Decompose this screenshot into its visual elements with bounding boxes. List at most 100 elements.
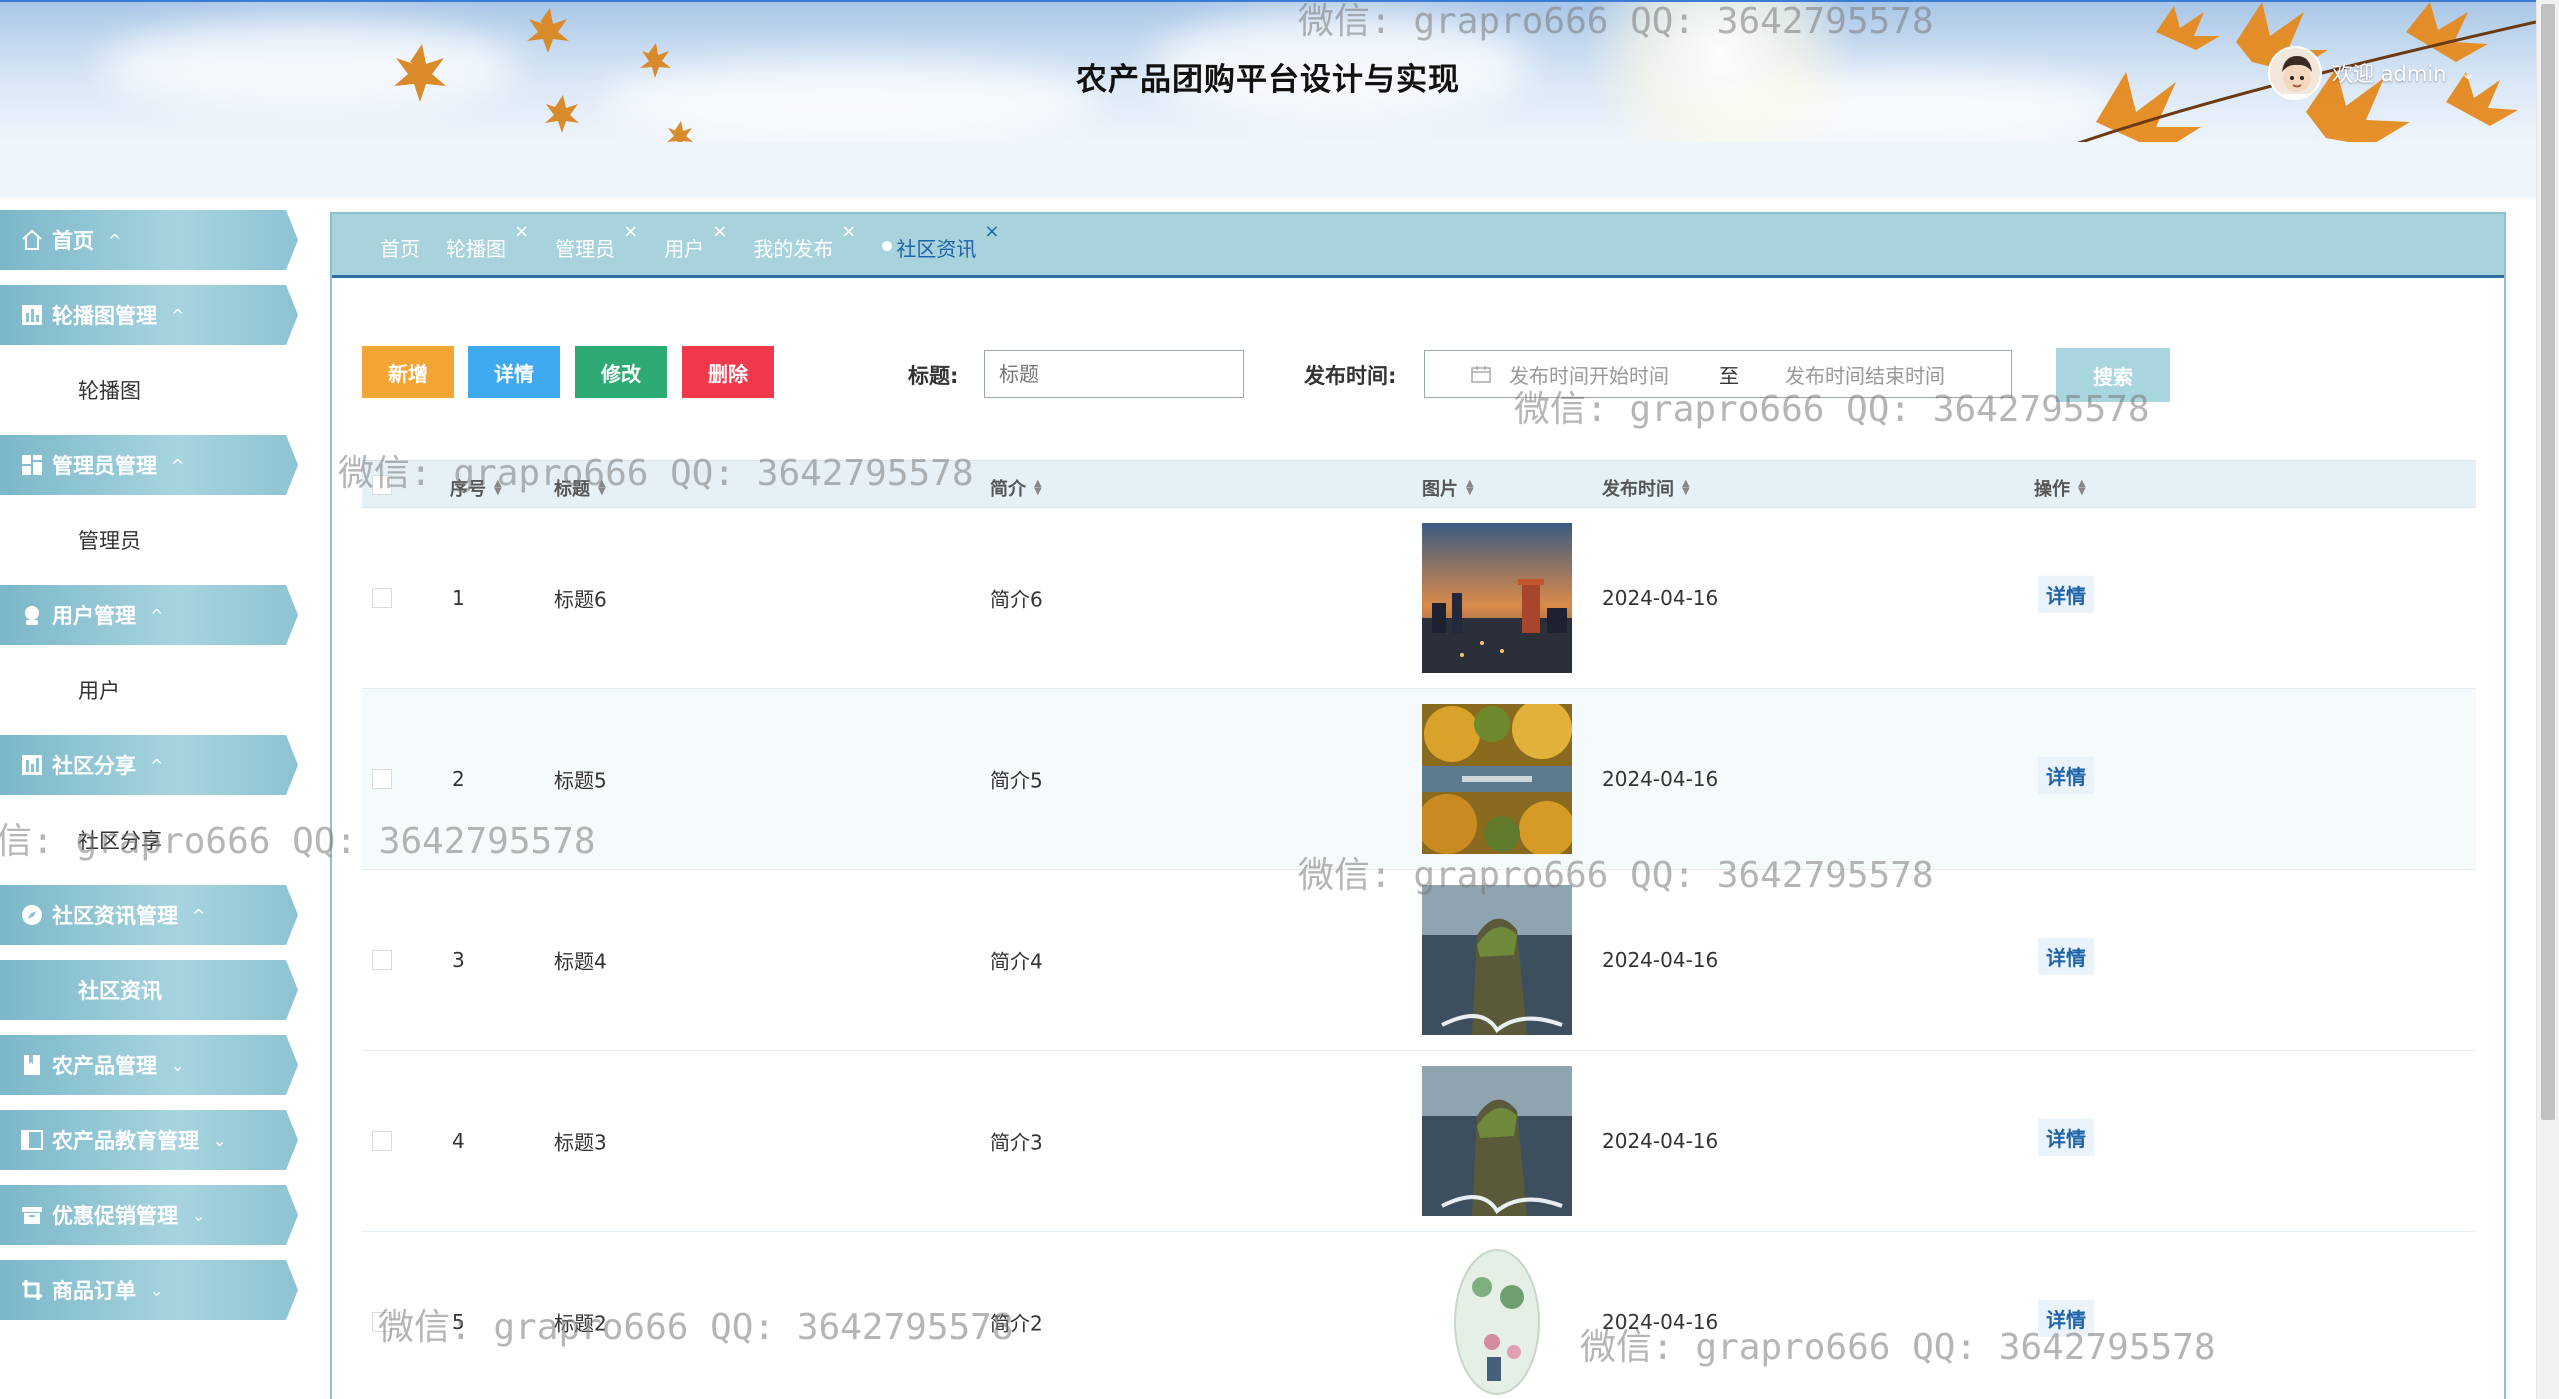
sidebar-group-products[interactable]: 农产品管理 ⌄ [0, 1035, 298, 1095]
user-icon [20, 603, 44, 627]
table-row[interactable]: 5 标题2 简介2 2024-04-16 详情 [362, 1232, 2476, 1399]
column-header-action[interactable]: 操作 ▲ ▼ [2034, 475, 2086, 501]
date-start-input[interactable]: 发布时间开始时间 [1509, 360, 1669, 389]
news-thumbnail[interactable] [1422, 523, 1572, 673]
chevron-down-icon[interactable]: ⌄ [2460, 63, 2475, 84]
sidebar-group-label: 社区资讯管理 [52, 904, 178, 928]
cell-intro: 简介4 [990, 949, 1043, 974]
row-checkbox[interactable] [372, 1131, 392, 1151]
edit-button[interactable]: 修改 [575, 346, 667, 398]
tab-community-news[interactable]: 社区资讯 × [882, 221, 999, 262]
cell-title: 标题4 [554, 949, 607, 974]
page-scrollbar[interactable] [2536, 0, 2559, 1399]
column-header-intro[interactable]: 简介 ▲ ▼ [990, 475, 1042, 501]
tab-home[interactable]: 首页 [380, 227, 420, 262]
column-header-title[interactable]: 标题 ▲ ▼ [554, 475, 606, 501]
sidebar-group-label: 社区分享 [52, 754, 136, 778]
column-header-no[interactable]: 序号 ▲ ▼ [450, 475, 502, 501]
row-detail-button[interactable]: 详情 [2038, 1118, 2094, 1156]
chevron-up-icon: ^ [192, 905, 206, 925]
sidebar-group-carousel[interactable]: 轮播图管理 ^ [0, 285, 298, 345]
close-icon[interactable]: × [841, 221, 856, 242]
avatar[interactable] [2268, 46, 2322, 100]
detail-button[interactable]: 详情 [468, 346, 560, 398]
close-icon[interactable]: × [712, 221, 727, 242]
row-checkbox[interactable] [372, 950, 392, 970]
tab-users[interactable]: 用户 × [664, 221, 727, 262]
sidebar-item-label: 管理员 [78, 529, 141, 553]
sidebar-group-users[interactable]: 用户管理 ^ [0, 585, 298, 645]
tab-label: 管理员 [555, 237, 616, 261]
table-row[interactable]: 3 标题4 简介4 2024-04-16 详情 [362, 870, 2476, 1051]
news-thumbnail[interactable] [1422, 1066, 1572, 1216]
select-all-checkbox[interactable] [372, 475, 392, 495]
chevron-up-icon: ^ [150, 605, 164, 625]
close-icon[interactable]: × [984, 221, 999, 242]
table-row[interactable]: 4 标题3 简介3 2024-04-16 详情 [362, 1051, 2476, 1232]
sort-icon: ▲ ▼ [1682, 478, 1690, 497]
sidebar-item-community-news[interactable]: 社区资讯 [0, 960, 298, 1020]
tab-label: 我的发布 [753, 237, 834, 261]
table-row[interactable]: 2 标题5 简介5 2024-04-16 详情 [362, 689, 2476, 870]
search-button[interactable]: 搜索 [2056, 348, 2170, 402]
sidebar-item-label: 社区分享 [78, 829, 162, 853]
sidebar-item-carousel[interactable]: 轮播图 [0, 360, 298, 420]
welcome-text: 欢迎 admin [2332, 62, 2447, 86]
main-panel: 首页 轮播图 × 管理员 × 用户 × 我的发布 × 社区资讯 × 新增 详情 … [330, 212, 2506, 1399]
sidebar-group-home[interactable]: 首页 ^ [0, 210, 298, 270]
tab-label: 首页 [380, 237, 420, 261]
add-button[interactable]: 新增 [362, 346, 454, 398]
date-end-input[interactable]: 发布时间结束时间 [1785, 360, 1945, 389]
sidebar-group-product-education[interactable]: 农产品教育管理 ⌄ [0, 1110, 298, 1170]
sidebar-group-promotions[interactable]: 优惠促销管理 ⌄ [0, 1185, 298, 1245]
delete-button[interactable]: 删除 [682, 346, 774, 398]
row-detail-button[interactable]: 详情 [2038, 937, 2094, 975]
row-checkbox[interactable] [372, 1312, 392, 1332]
tab-label: 轮播图 [446, 237, 506, 261]
calendar-icon [1471, 366, 1491, 383]
news-thumbnail[interactable] [1422, 885, 1572, 1035]
sidebar-group-community-news[interactable]: 社区资讯管理 ^ [0, 885, 298, 945]
tab-carousel[interactable]: 轮播图 × [446, 221, 529, 262]
page: 农产品团购平台设计与实现 欢迎 admin ⌄ 首页 ^ 轮播图管理 ^ 轮播图… [0, 0, 2559, 1399]
row-detail-button[interactable]: 详情 [2038, 756, 2094, 794]
title-search-input[interactable] [984, 350, 1244, 398]
cell-intro: 简介5 [990, 768, 1043, 793]
close-icon[interactable]: × [623, 221, 638, 242]
box-icon [20, 1203, 44, 1227]
cell-title: 标题2 [554, 1311, 607, 1336]
chart-icon [20, 753, 44, 777]
close-icon[interactable]: × [514, 221, 529, 242]
sidebar-item-admin[interactable]: 管理员 [0, 510, 298, 570]
scrollbar-thumb[interactable] [2541, 4, 2555, 1120]
news-thumbnail[interactable] [1422, 1247, 1572, 1397]
tab-admin[interactable]: 管理员 × [555, 221, 638, 262]
sidebar-item-users[interactable]: 用户 [0, 660, 298, 720]
row-checkbox[interactable] [372, 588, 392, 608]
chevron-down-icon: ⌄ [171, 1055, 185, 1075]
sidebar-group-label: 农产品管理 [52, 1054, 157, 1078]
date-range-picker[interactable]: 发布时间开始时间 至 发布时间结束时间 [1424, 350, 2012, 398]
column-header-image[interactable]: 图片 ▲ ▼ [1422, 475, 1474, 501]
cell-no: 5 [452, 1310, 465, 1334]
book-icon [20, 1053, 44, 1077]
table-header: 序号 ▲ ▼ 标题 ▲ ▼ 简介 ▲ ▼ 图片 ▲ ▼ 发布时间 ▲ ▼ 操作 ▲ ▼ [362, 460, 2476, 508]
table-row[interactable]: 1 标题6 简介6 2024-04-16 详情 [362, 508, 2476, 689]
column-label: 标题 [554, 479, 590, 500]
row-detail-button[interactable]: 详情 [2038, 575, 2094, 613]
column-header-date[interactable]: 发布时间 ▲ ▼ [1602, 475, 1690, 501]
news-thumbnail[interactable] [1422, 704, 1572, 854]
tab-my-posts[interactable]: 我的发布 × [753, 221, 856, 262]
cell-date: 2024-04-16 [1602, 767, 1719, 791]
sidebar-group-community-share[interactable]: 社区分享 ^ [0, 735, 298, 795]
crop-icon [20, 1278, 44, 1302]
sidebar-item-label: 用户 [78, 679, 120, 703]
cell-no: 1 [452, 586, 465, 610]
row-detail-button[interactable]: 详情 [2038, 1299, 2094, 1337]
sidebar-group-orders[interactable]: 商品订单 ⌄ [0, 1260, 298, 1320]
sidebar-group-admin[interactable]: 管理员管理 ^ [0, 435, 298, 495]
sidebar-item-community-share[interactable]: 社区分享 [0, 810, 298, 870]
user-menu[interactable]: 欢迎 admin ⌄ [2268, 46, 2476, 100]
row-checkbox[interactable] [372, 769, 392, 789]
chevron-down-icon: ⌄ [150, 1280, 164, 1300]
